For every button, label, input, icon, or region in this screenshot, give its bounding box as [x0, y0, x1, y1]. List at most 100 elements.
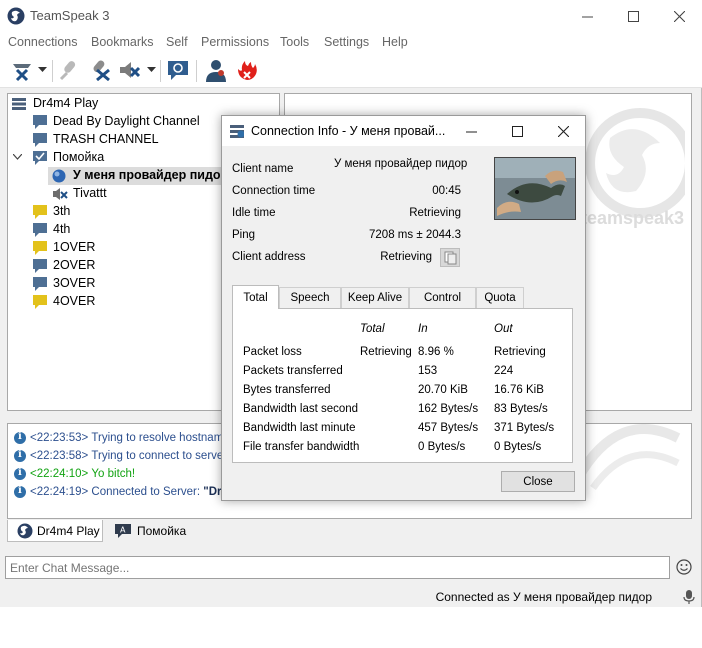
channel-label: 1OVER	[53, 240, 96, 254]
dialog-maximize-button[interactable]	[494, 116, 540, 146]
chevron-down-icon	[147, 67, 156, 72]
emoticon-icon[interactable]	[676, 559, 692, 575]
menu-connections[interactable]: Connections	[8, 35, 78, 49]
info-icon	[14, 431, 26, 444]
total-stats-panel: Total In Out Packet loss Retrieving 8.96…	[232, 308, 573, 463]
whisper-button[interactable]	[166, 57, 190, 83]
chat-tab-server[interactable]: Dr4m4 Play	[7, 520, 103, 542]
connection-info-icon	[230, 125, 244, 138]
field-label: Ping	[232, 229, 256, 241]
teamspeak-watermark-icon	[585, 108, 685, 218]
channel-icon	[33, 295, 47, 309]
ban-button[interactable]	[235, 57, 259, 83]
chat-tab-channel[interactable]: A Помойка	[106, 520, 188, 542]
channel-icon	[33, 277, 47, 291]
channel-icon	[33, 223, 47, 237]
menu-bar: Connections Bookmarks Self Permissions T…	[0, 32, 702, 52]
toggle-speakers-button[interactable]	[88, 57, 112, 83]
client-avatar	[494, 157, 576, 220]
copy-icon	[444, 251, 457, 265]
away-dropdown[interactable]	[147, 57, 156, 83]
toolbar-separator	[196, 60, 197, 82]
menu-permissions[interactable]: Permissions	[201, 35, 269, 49]
info-icon	[14, 485, 26, 498]
stat-in: 162 Bytes/s	[418, 403, 479, 415]
toggle-speakers-icon	[93, 60, 110, 81]
close-icon	[673, 10, 685, 22]
close-window-button[interactable]	[656, 0, 702, 32]
channel-chat-icon: A	[115, 524, 131, 538]
toolbar-separator	[160, 60, 161, 82]
menu-help[interactable]: Help	[382, 35, 408, 49]
log-text: Connected to Server:	[91, 486, 201, 498]
channel-label: 3OVER	[53, 276, 96, 290]
channel-label: 3th	[53, 204, 71, 218]
window-title: TeamSpeak 3	[30, 8, 110, 23]
stat-in: 153	[418, 365, 438, 377]
stat-label: Packets transferred	[243, 365, 343, 377]
dialog-minimize-button[interactable]	[448, 116, 494, 146]
client-address-value: Retrieving	[380, 251, 432, 263]
client-status-icon	[52, 169, 66, 183]
copy-address-button[interactable]	[440, 248, 460, 267]
chat-message-input[interactable]	[5, 556, 670, 579]
menu-bookmarks[interactable]: Bookmarks	[91, 35, 154, 49]
column-header-total: Total	[360, 323, 385, 335]
maximize-button[interactable]	[610, 0, 656, 32]
away-icon	[120, 62, 141, 78]
disconnect-button[interactable]	[10, 57, 36, 83]
log-time: <22:24:10>	[30, 468, 89, 480]
stat-out: Retrieving	[494, 346, 546, 358]
log-text: Trying to resolve hostname	[91, 432, 230, 444]
stat-out: 16.76 KiB	[494, 384, 544, 396]
toggle-microphone-button[interactable]	[58, 57, 80, 83]
connection-time-value: 00:45	[432, 185, 461, 197]
title-bar: TeamSpeak 3	[0, 0, 702, 32]
away-button[interactable]	[118, 57, 142, 83]
connection-info-dialog: Connection Info - У меня провай... Clien…	[221, 115, 586, 501]
chevron-down-icon	[38, 67, 47, 72]
disconnect-icon	[13, 64, 31, 82]
log-time: <22:23:58>	[30, 450, 89, 462]
dialog-close-x-button[interactable]	[540, 116, 586, 146]
channel-label: 4OVER	[53, 294, 96, 308]
idle-time-value: Retrieving	[409, 207, 461, 219]
log-text: Trying to connect to server	[91, 450, 228, 462]
tab-quota[interactable]: Quota	[476, 287, 524, 308]
toolbar	[0, 52, 702, 88]
stat-in: 8.96 %	[418, 346, 454, 358]
log-text: Yo bitch!	[91, 468, 136, 480]
stat-in: 0 Bytes/s	[418, 441, 466, 453]
contacts-button[interactable]	[204, 57, 228, 83]
stat-out: 83 Bytes/s	[494, 403, 548, 415]
contacts-icon	[206, 60, 226, 82]
toggle-microphone-icon	[59, 61, 76, 81]
stat-label: Bytes transferred	[243, 384, 331, 396]
channel-icon	[33, 205, 47, 219]
toolbar-separator	[52, 60, 53, 82]
minimize-icon	[465, 131, 477, 132]
chevron-down-icon[interactable]	[13, 154, 22, 160]
teamspeak-watermark-icon	[573, 424, 681, 491]
chat-tab-label: Dr4m4 Play	[37, 523, 100, 538]
menu-tools[interactable]: Tools	[280, 35, 309, 49]
status-bar: Connected as У меня провайдер пидор	[0, 587, 702, 607]
server-row[interactable]: Dr4m4 Play	[8, 95, 279, 113]
channel-icon	[33, 241, 47, 255]
stat-label: Bandwidth last second	[243, 403, 359, 415]
stat-in: 20.70 KiB	[418, 384, 468, 396]
tab-total[interactable]: Total	[232, 285, 279, 309]
close-button[interactable]: Close	[501, 471, 575, 492]
chat-tab-label: Помойка	[137, 524, 187, 538]
teamspeak-watermark-text: teamspeak3	[581, 208, 685, 228]
minimize-button[interactable]	[564, 0, 610, 32]
menu-self[interactable]: Self	[166, 35, 188, 49]
tab-keep-alive[interactable]: Keep Alive	[341, 287, 409, 308]
channel-icon	[33, 133, 47, 147]
tab-control[interactable]: Control	[409, 287, 476, 308]
disconnect-dropdown[interactable]	[38, 57, 47, 83]
teamspeak-logo-icon	[7, 7, 25, 25]
ban-icon	[238, 61, 257, 80]
menu-settings[interactable]: Settings	[324, 35, 369, 49]
tab-speech[interactable]: Speech	[279, 287, 341, 308]
